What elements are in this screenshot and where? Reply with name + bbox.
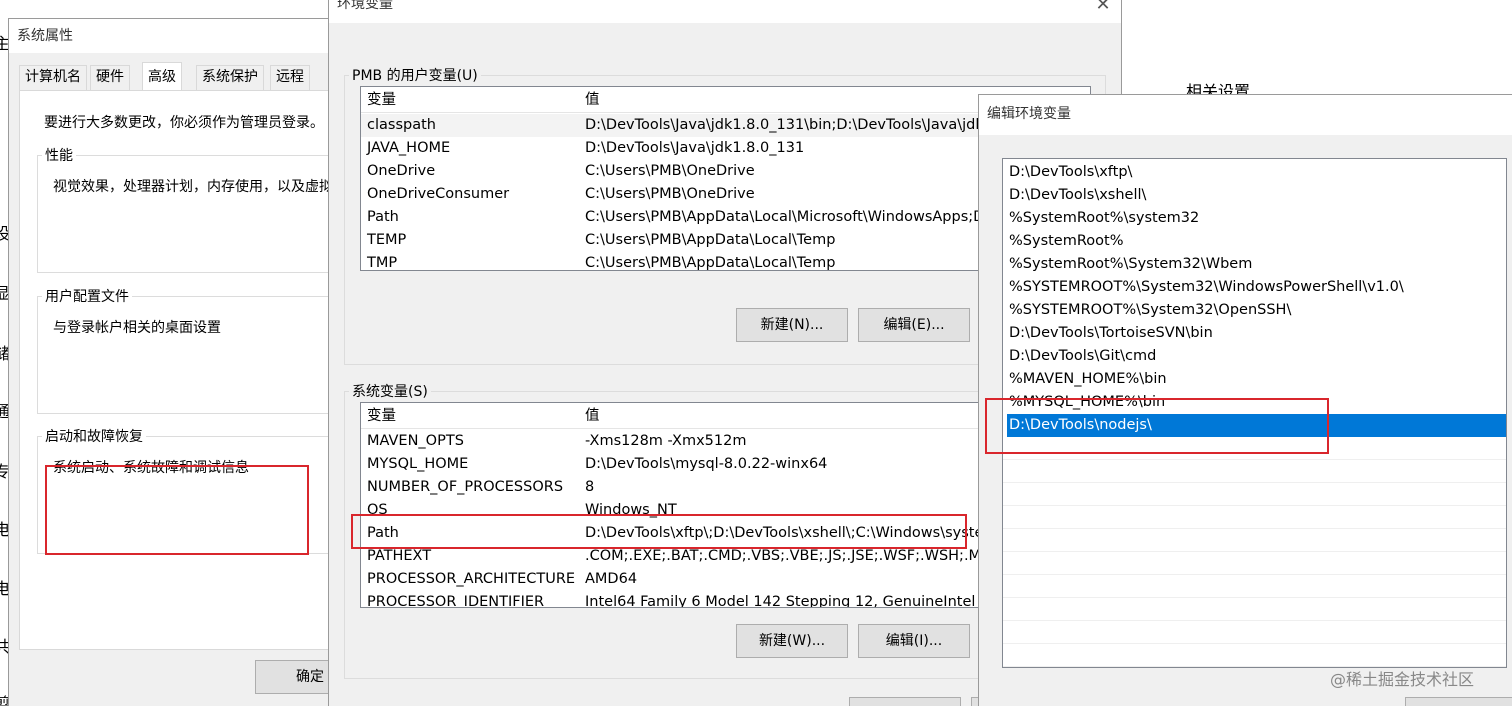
tab-remote[interactable]: 远程 <box>270 65 310 90</box>
variable-value-cell: C:\Users\PMB\OneDrive <box>585 163 755 179</box>
variable-name-cell: NUMBER_OF_PROCESSORS <box>367 479 564 495</box>
variable-value-cell: .COM;.EXE;.BAT;.CMD;.VBS;.VBE;.JS;.JSE;.… <box>585 548 1001 564</box>
path-entry[interactable]: %SYSTEMROOT%\System32\OpenSSH\ <box>1007 299 1506 322</box>
env-ok-button[interactable] <box>849 697 961 706</box>
watermark: @稀土掘金技术社区 <box>1330 670 1475 689</box>
bg-edge-char: 显 <box>0 280 8 304</box>
window-title: 系统属性 <box>9 19 347 53</box>
variable-value-cell: 8 <box>585 479 595 495</box>
variable-value-cell: C:\Users\PMB\OneDrive <box>585 186 755 202</box>
user-new-button[interactable]: 新建(N)... <box>736 308 848 342</box>
variable-name-cell: OS <box>367 502 388 518</box>
variable-name-cell: MYSQL_HOME <box>367 456 469 472</box>
bg-edge-char: 储 <box>0 340 8 364</box>
system-properties-window: 系统属性 计算机名 硬件 高级 系统保护 远程 要进行大多数更改，你必须作为管理… <box>8 18 348 706</box>
variable-name-cell: PROCESSOR_IDENTIFIER <box>367 594 545 608</box>
close-icon[interactable]: ✕ <box>1093 0 1113 15</box>
variable-value-cell: D:\DevTools\xftp\;D:\DevTools\xshell\;C:… <box>585 525 1016 541</box>
variable-value-cell: AMD64 <box>585 571 638 587</box>
variable-name-cell: OneDrive <box>367 163 436 179</box>
startup-recovery-group: 启动和故障恢复 系统启动、系统故障和调试信息 <box>37 426 347 554</box>
variable-name-cell: TMP <box>367 255 398 271</box>
path-entry[interactable]: D:\DevTools\nodejs\ <box>1006 413 1506 438</box>
variable-value-cell: -Xms128m -Xmx512m <box>585 433 747 449</box>
performance-desc: 视觉效果，处理器计划，内存使用，以及虚拟内存 <box>53 179 348 195</box>
variable-name-cell: TEMP <box>367 232 407 248</box>
tab-system-protection[interactable]: 系统保护 <box>196 65 264 90</box>
empty-row-divider <box>1003 620 1506 621</box>
col-variable-header[interactable]: 变量 <box>367 403 396 429</box>
path-entry[interactable]: D:\DevTools\xshell\ <box>1007 184 1506 207</box>
variable-name-cell: PATHEXT <box>367 548 432 564</box>
bg-edge-char: 电 <box>0 516 8 540</box>
tab-hardware[interactable]: 硬件 <box>90 65 130 90</box>
system-edit-button[interactable]: 编辑(I)... <box>858 624 970 658</box>
bg-edge-char: 专 <box>0 458 8 482</box>
bg-edge-char: 设 <box>0 220 8 244</box>
user-vars-legend: PMB 的用户变量(U) <box>349 65 481 85</box>
empty-row-divider <box>1003 574 1506 575</box>
tab-strip: 计算机名 硬件 高级 系统保护 远程 <box>19 62 347 91</box>
window-title: 环境变量 <box>329 0 1121 23</box>
variable-name-cell: classpath <box>367 117 436 133</box>
bg-edge-char: 电 <box>0 575 8 599</box>
user-edit-button[interactable]: 编辑(E)... <box>858 308 970 342</box>
variable-value-cell: C:\Users\PMB\AppData\Local\Microsoft\Win… <box>585 209 995 225</box>
empty-row-divider <box>1003 643 1506 644</box>
startup-recovery-legend: 启动和故障恢复 <box>42 426 146 446</box>
col-variable-header[interactable]: 变量 <box>367 87 396 113</box>
variable-value-cell: Windows_NT <box>585 502 677 518</box>
empty-row-divider <box>1003 551 1506 552</box>
col-value-header[interactable]: 值 <box>585 403 600 429</box>
variable-name-cell: JAVA_HOME <box>367 140 451 156</box>
edit-env-variable-dialog: 编辑环境变量 D:\DevTools\xftp\ D:\DevTools\xshe… <box>978 94 1512 706</box>
variable-name-cell: PROCESSOR_ARCHITECTURE <box>367 571 576 587</box>
system-vars-legend: 系统变量(S) <box>349 381 431 401</box>
tab-panel: 要进行大多数更改，你必须作为管理员登录。 性能 视觉效果，处理器计划，内存使用，… <box>19 90 348 650</box>
variable-value-cell: C:\Users\PMB\AppData\Local\Temp <box>585 255 836 271</box>
variable-name-cell: MAVEN_OPTS <box>367 433 464 449</box>
window-title: 编辑环境变量 <box>979 95 1512 135</box>
variable-value-cell: C:\Users\PMB\AppData\Local\Temp <box>585 232 836 248</box>
edit-ok-button[interactable] <box>1405 697 1512 706</box>
path-entry[interactable]: %MAVEN_HOME%\bin <box>1007 368 1506 391</box>
bg-edge-char: 主 <box>0 30 8 54</box>
empty-row-divider <box>1003 597 1506 598</box>
tab-advanced[interactable]: 高级 <box>142 62 182 90</box>
bg-edge-char: 剪 <box>0 690 8 706</box>
empty-row-divider <box>1003 505 1506 506</box>
user-profile-desc: 与登录帐户相关的桌面设置 <box>53 320 221 336</box>
system-new-button[interactable]: 新建(W)... <box>736 624 848 658</box>
variable-value-cell: Intel64 Family 6 Model 142 Stepping 12, … <box>585 594 976 608</box>
bg-edge-chars: 主设显储通专电电共剪 <box>0 0 8 706</box>
user-profile-legend: 用户配置文件 <box>42 286 132 306</box>
variable-name-cell: Path <box>367 525 399 541</box>
empty-row-divider <box>1003 482 1506 483</box>
path-entry[interactable]: %MYSQL_HOME%\bin <box>1007 391 1506 414</box>
bg-edge-char: 通 <box>0 398 8 422</box>
path-entry[interactable]: D:\DevTools\TortoiseSVN\bin <box>1007 322 1506 345</box>
empty-row-divider <box>1003 528 1506 529</box>
col-value-header[interactable]: 值 <box>585 87 600 113</box>
path-entries-list[interactable]: D:\DevTools\xftp\ D:\DevTools\xshell\ %Sys… <box>1002 158 1507 668</box>
path-entry[interactable]: %SystemRoot%\system32 <box>1007 207 1506 230</box>
path-entry[interactable]: D:\DevTools\Git\cmd <box>1007 345 1506 368</box>
path-entry[interactable]: %SYSTEMROOT%\System32\WindowsPowerShell\… <box>1007 276 1506 299</box>
performance-group: 性能 视觉效果，处理器计划，内存使用，以及虚拟内存 <box>37 145 348 273</box>
variable-value-cell: D:\DevTools\Java\jdk1.8.0_131 <box>585 140 805 156</box>
variable-value-cell: D:\DevTools\mysql-8.0.22-winx64 <box>585 456 828 472</box>
startup-recovery-desc: 系统启动、系统故障和调试信息 <box>53 460 249 476</box>
performance-legend: 性能 <box>42 145 76 165</box>
path-entry[interactable]: %SystemRoot%\System32\Wbem <box>1007 253 1506 276</box>
admin-note: 要进行大多数更改，你必须作为管理员登录。 <box>44 115 324 131</box>
tab-computer-name[interactable]: 计算机名 <box>19 65 87 90</box>
variable-name-cell: Path <box>367 209 399 225</box>
path-entry[interactable]: D:\DevTools\xftp\ <box>1007 161 1506 184</box>
bg-edge-char: 共 <box>0 633 8 657</box>
variable-name-cell: OneDriveConsumer <box>367 186 510 202</box>
path-entry[interactable]: %SystemRoot% <box>1007 230 1506 253</box>
empty-row-divider <box>1003 459 1506 460</box>
user-profile-group: 用户配置文件 与登录帐户相关的桌面设置 <box>37 286 347 414</box>
